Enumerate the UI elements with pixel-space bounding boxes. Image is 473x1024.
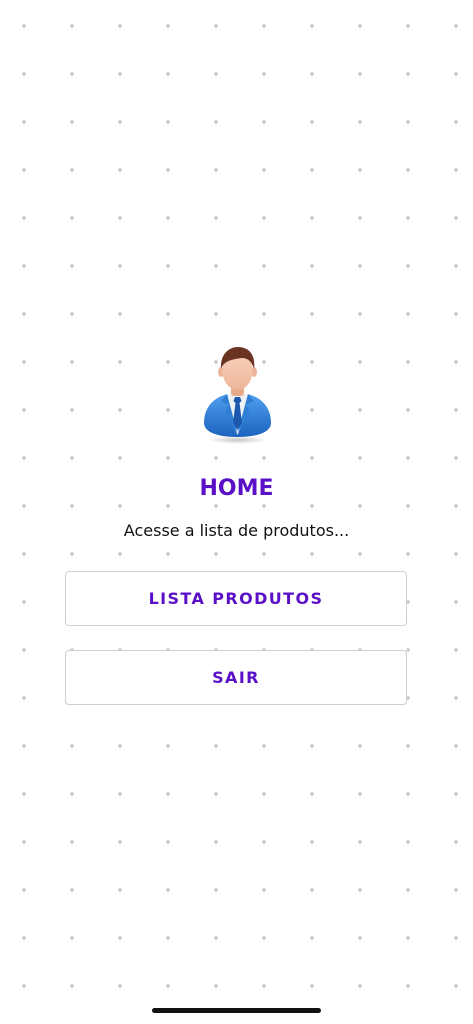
businessman-avatar-icon	[204, 347, 271, 444]
home-screen: HOME Acesse a lista de produtos... LISTA…	[0, 0, 473, 1024]
lista-produtos-button[interactable]: LISTA PRODUTOS	[65, 571, 407, 626]
page-title: HOME	[199, 476, 274, 501]
home-indicator	[152, 1008, 321, 1013]
page-subtitle: Acesse a lista de produtos...	[123, 521, 350, 540]
sair-button[interactable]: SAIR	[65, 650, 407, 705]
